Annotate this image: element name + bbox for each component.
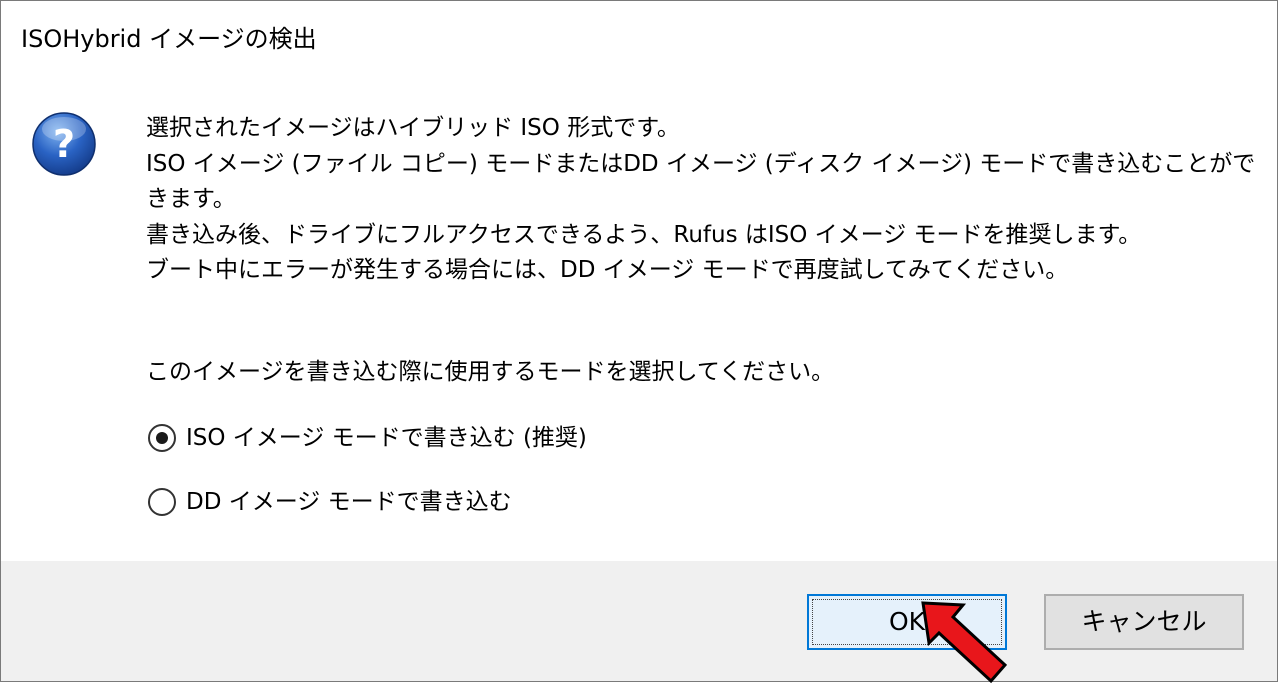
message-line: ブート中にエラーが発生する場合には、DD イメージ モードで再度試してみてくださ… bbox=[146, 257, 1069, 283]
message-line: ISO イメージ (ファイル コピー) モードまたはDD イメージ (ディスク … bbox=[146, 150, 1256, 177]
hybrid-iso-dialog: ISOHybrid イメージの検出 ? 選択されたイメージはハイブリッド ISO… bbox=[0, 0, 1278, 684]
dialog-title: ISOHybrid イメージの検出 bbox=[21, 25, 317, 53]
dialog-message: 選択されたイメージはハイブリッド ISO 形式です。 ISO イメージ (ファイ… bbox=[146, 111, 1256, 289]
radio-iso-mode[interactable]: ISO イメージ モードで書き込む (推奨) bbox=[148, 421, 587, 455]
message-line: きます。 bbox=[146, 186, 236, 212]
message-line: 書き込み後、ドライブにフルアクセスできるよう、Rufus はISO イメージ モ… bbox=[146, 221, 1142, 248]
radio-button-unchecked[interactable] bbox=[148, 488, 176, 516]
cancel-button[interactable]: キャンセル bbox=[1044, 594, 1244, 650]
question-icon: ? bbox=[32, 112, 96, 176]
radio-dd-mode[interactable]: DD イメージ モードで書き込む bbox=[148, 485, 512, 519]
radio-button-checked[interactable] bbox=[148, 424, 176, 452]
message-line: 選択されたイメージはハイブリッド ISO 形式です。 bbox=[146, 115, 680, 141]
red-pointer-arrow-icon bbox=[921, 601, 1008, 684]
radio-dd-mode-label[interactable]: DD イメージ モードで書き込む bbox=[186, 485, 512, 519]
radio-iso-mode-label[interactable]: ISO イメージ モードで書き込む (推奨) bbox=[186, 421, 587, 455]
svg-text:?: ? bbox=[53, 122, 75, 166]
mode-prompt: このイメージを書き込む際に使用するモードを選択してください。 bbox=[146, 359, 835, 385]
